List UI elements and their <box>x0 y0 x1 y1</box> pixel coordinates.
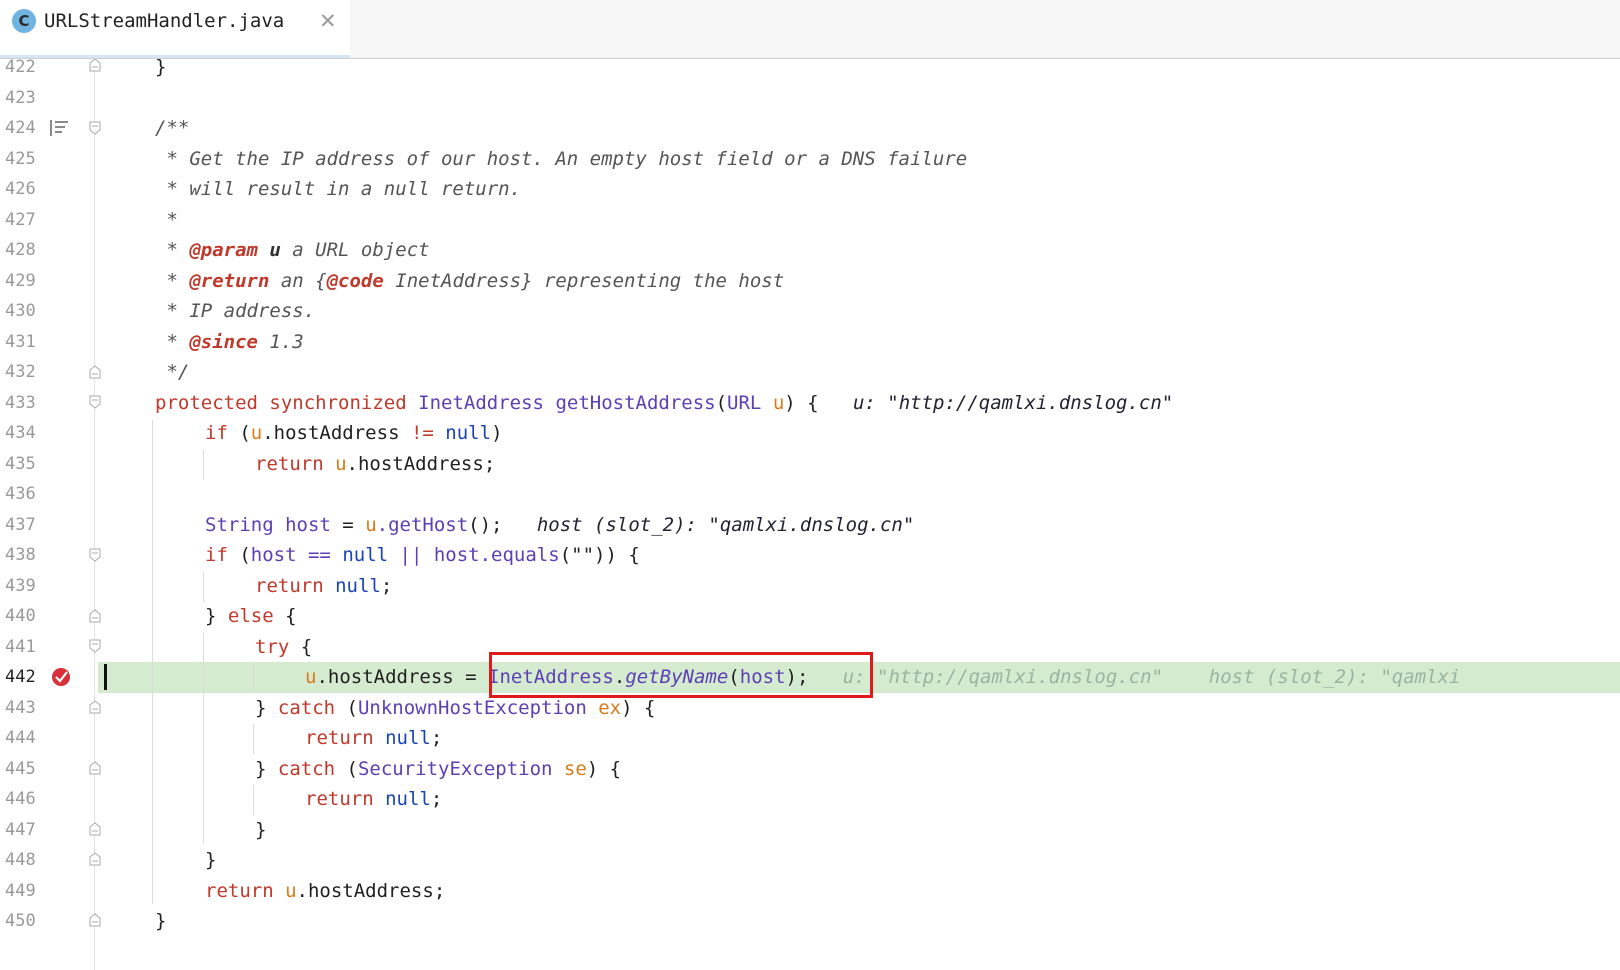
line-number: 443 <box>5 697 36 718</box>
line-number: 425 <box>5 148 36 169</box>
editor-tab-bar: C URLStreamHandler.java ✕ <box>0 0 1620 59</box>
line-number: 430 <box>5 301 36 321</box>
close-icon[interactable]: ✕ <box>319 9 337 33</box>
code-line-448: } <box>205 849 217 871</box>
indent-guide <box>203 633 204 843</box>
code-line-446: return null; <box>305 788 443 810</box>
line-number: 448 <box>5 850 36 870</box>
fold-end-icon[interactable] <box>89 365 101 379</box>
line-number: 444 <box>5 728 36 748</box>
line-number: 423 <box>5 87 36 108</box>
code-line-430: * IP address. <box>155 300 316 322</box>
fold-end-icon[interactable] <box>89 761 101 775</box>
fold-end-icon[interactable] <box>89 58 101 72</box>
code-line-438: if (host == null || host.equals("")) { <box>205 544 640 566</box>
text-caret <box>104 664 107 690</box>
line-number: 450 <box>5 911 36 931</box>
code-line-440: } else { <box>205 605 297 627</box>
fold-start-icon[interactable] <box>89 395 101 409</box>
line-number: 441 <box>5 636 36 657</box>
fold-end-icon[interactable] <box>89 913 101 927</box>
line-number: 424 <box>5 118 36 138</box>
code-line-450: } <box>155 910 167 932</box>
line-number: 449 <box>5 880 36 901</box>
line-number: 429 <box>5 270 36 291</box>
code-line-426: * will result in a null return. <box>155 178 522 200</box>
line-number: 428 <box>5 240 36 260</box>
indent-guide <box>253 724 254 754</box>
line-number: 434 <box>5 423 36 443</box>
line-number: 433 <box>5 392 36 413</box>
indent-guide <box>253 785 254 815</box>
fold-end-icon[interactable] <box>89 609 101 623</box>
rendered-doc-icon[interactable] <box>50 120 68 136</box>
inline-debug-value: host (slot_2): "qamlxi.dnslog.cn" <box>536 513 915 536</box>
tab-urlstreamhandler[interactable]: C URLStreamHandler.java ✕ <box>0 0 350 58</box>
line-number: 439 <box>5 575 36 596</box>
line-number: 437 <box>5 514 36 535</box>
indent-guide <box>203 572 204 602</box>
code-line-439: return null; <box>255 574 393 597</box>
line-number: 445 <box>5 758 36 779</box>
indent-guide <box>152 420 153 904</box>
fold-end-icon[interactable] <box>89 822 101 836</box>
fold-end-icon[interactable] <box>89 852 101 866</box>
code-line-424: /** <box>155 117 190 139</box>
line-number: 438 <box>5 545 36 565</box>
code-line-432: */ <box>155 361 190 383</box>
code-line-429: * @return an {@code InetAddress} represe… <box>155 269 785 292</box>
fold-start-icon[interactable] <box>89 121 101 135</box>
java-class-icon: C <box>12 9 36 33</box>
line-number: 426 <box>5 179 36 199</box>
line-number: 435 <box>5 453 36 474</box>
line-number: 446 <box>5 789 36 809</box>
inline-debug-value: u: "http://qamlxi.dnslog.cn" <box>852 391 1174 414</box>
indent-guide <box>253 663 254 693</box>
line-number-current: 442 <box>5 667 36 687</box>
code-line-431: * @since 1.3 <box>155 330 304 353</box>
code-line-425: * Get the IP address of our host. An emp… <box>155 147 968 170</box>
code-line-447: } <box>255 818 267 841</box>
code-line-449: return u.hostAddress; <box>205 879 446 902</box>
line-number: 440 <box>5 606 36 626</box>
code-line-445: } catch (SecurityException se) { <box>255 757 622 780</box>
code-line-437: String host = u.getHost(); host (slot_2)… <box>205 513 915 536</box>
code-line-442: u.hostAddress = InetAddress.getByName(ho… <box>305 666 1461 688</box>
line-number: 447 <box>5 819 36 840</box>
indent-guide <box>203 450 204 480</box>
code-line-435: return u.hostAddress; <box>255 452 496 475</box>
line-number: 427 <box>5 209 36 230</box>
highlight-box-annotation <box>489 652 873 698</box>
fold-start-icon[interactable] <box>89 639 101 653</box>
fold-start-icon[interactable] <box>89 548 101 562</box>
code-line-441: try { <box>255 635 313 658</box>
code-line-422: } <box>155 56 167 78</box>
code-line-433: protected synchronized InetAddress getHo… <box>155 391 1174 414</box>
line-number: 422 <box>5 57 36 77</box>
code-line-444: return null; <box>305 727 443 749</box>
code-line-428: * @param u a URL object <box>155 239 430 261</box>
breakpoint-icon[interactable] <box>51 667 71 687</box>
line-number: 432 <box>5 362 36 382</box>
code-line-434: if (u.hostAddress != null) <box>205 422 503 444</box>
inline-debug-value: u: "http://qamlxi.dnslog.cn" host (slot_… <box>842 666 1461 688</box>
code-line-427: * <box>155 208 178 231</box>
fold-end-icon[interactable] <box>89 700 101 714</box>
tab-title: URLStreamHandler.java <box>44 10 285 32</box>
line-number: 431 <box>5 331 36 352</box>
line-number: 436 <box>5 484 36 504</box>
